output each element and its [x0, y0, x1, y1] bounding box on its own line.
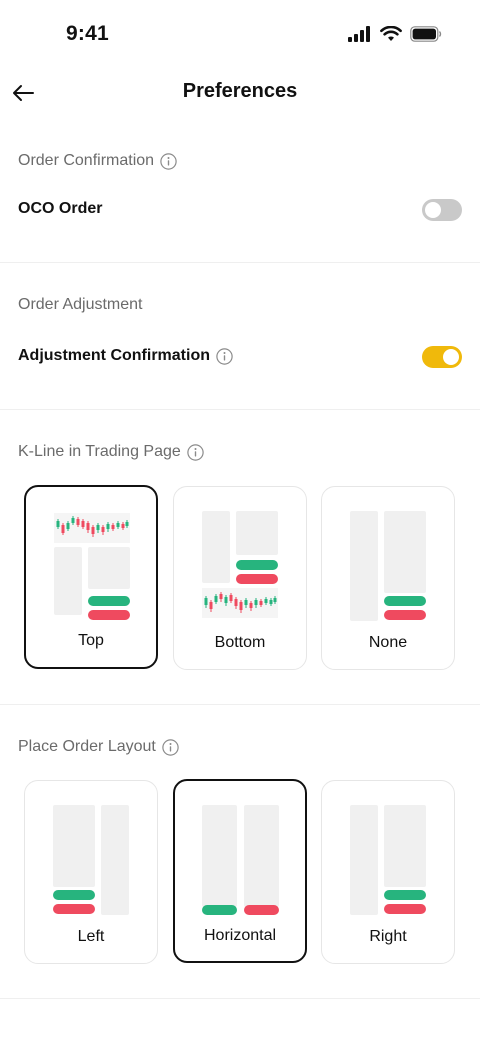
- adjustment-confirmation-label: Adjustment Confirmation: [18, 347, 210, 364]
- cellular-signal-icon: [348, 26, 370, 42]
- layout-option-left-card[interactable]: Left: [24, 780, 158, 964]
- divider: [0, 262, 480, 263]
- kline-option-label: Top: [78, 632, 104, 649]
- kline-option-label: Bottom: [214, 634, 266, 651]
- kline-option-top-card[interactable]: Top: [24, 485, 158, 669]
- buy-bar: [384, 596, 426, 606]
- battery-icon: [410, 26, 442, 42]
- layout-option-label: Left: [77, 928, 105, 945]
- oco-order-label: OCO Order: [18, 200, 103, 217]
- order-form-placeholder: [384, 511, 426, 593]
- orderbook-placeholder: [202, 511, 230, 583]
- place-order-title: Place Order Layout: [18, 738, 156, 755]
- layout-option-horizontal-card[interactable]: Horizontal: [173, 779, 307, 963]
- nav-bar: Preferences: [0, 72, 480, 114]
- buy-bar: [53, 890, 95, 900]
- orderbook-placeholder: [101, 805, 129, 915]
- orderbook-placeholder: [54, 547, 82, 615]
- sell-form-placeholder: [244, 805, 279, 907]
- layout-option-right-card[interactable]: Right: [321, 780, 455, 964]
- sell-bar: [236, 574, 278, 584]
- kline-title: K-Line in Trading Page: [18, 443, 181, 460]
- divider: [0, 409, 480, 410]
- kline-preview: [202, 588, 278, 618]
- kline-option-bottom-card[interactable]: Bottom: [173, 486, 307, 670]
- page-title: Preferences: [182, 80, 298, 102]
- kline-option-label: None: [368, 634, 408, 651]
- sell-bar: [53, 904, 95, 914]
- order-confirmation-title: Order Confirmation: [18, 152, 155, 169]
- buy-bar: [88, 596, 130, 606]
- orderbook-placeholder: [350, 511, 378, 621]
- adjustment-confirmation-row: Adjustment Confirmation: [18, 347, 233, 365]
- candlestick-icon: [56, 516, 129, 537]
- toggle-knob: [443, 349, 459, 365]
- status-time: 9:41: [66, 22, 109, 45]
- order-form-placeholder: [88, 547, 130, 589]
- info-icon[interactable]: [187, 443, 204, 461]
- orderbook-placeholder: [350, 805, 378, 915]
- divider: [0, 998, 480, 999]
- info-icon[interactable]: [162, 738, 179, 756]
- kline-option-none-card[interactable]: None: [321, 486, 455, 670]
- info-icon[interactable]: [216, 347, 233, 365]
- sell-bar: [88, 610, 130, 620]
- order-form-placeholder: [53, 805, 95, 887]
- kline-section-title: K-Line in Trading Page: [18, 443, 204, 461]
- adjustment-confirmation-toggle[interactable]: [422, 346, 462, 368]
- order-confirmation-section-title: Order Confirmation: [18, 152, 177, 170]
- candlestick-icon: [204, 592, 277, 613]
- sell-bar: [244, 905, 279, 915]
- oco-order-toggle[interactable]: [422, 199, 462, 221]
- buy-bar: [236, 560, 278, 570]
- toggle-knob: [425, 202, 441, 218]
- kline-preview: [54, 513, 130, 543]
- sell-bar: [384, 610, 426, 620]
- order-adjustment-section-title: Order Adjustment: [18, 296, 143, 314]
- sell-bar: [384, 904, 426, 914]
- buy-form-placeholder: [202, 805, 237, 907]
- layout-option-label: Horizontal: [203, 927, 277, 944]
- divider: [0, 704, 480, 705]
- order-form-placeholder: [384, 805, 426, 887]
- wifi-icon: [380, 26, 402, 41]
- status-icons: [348, 26, 442, 42]
- order-adjustment-title: Order Adjustment: [18, 296, 143, 313]
- place-order-section-title: Place Order Layout: [18, 738, 179, 756]
- status-bar: 9:41: [0, 0, 480, 72]
- buy-bar: [202, 905, 237, 915]
- layout-option-label: Right: [369, 928, 407, 945]
- buy-bar: [384, 890, 426, 900]
- order-form-placeholder: [236, 511, 278, 555]
- info-icon[interactable]: [160, 152, 177, 170]
